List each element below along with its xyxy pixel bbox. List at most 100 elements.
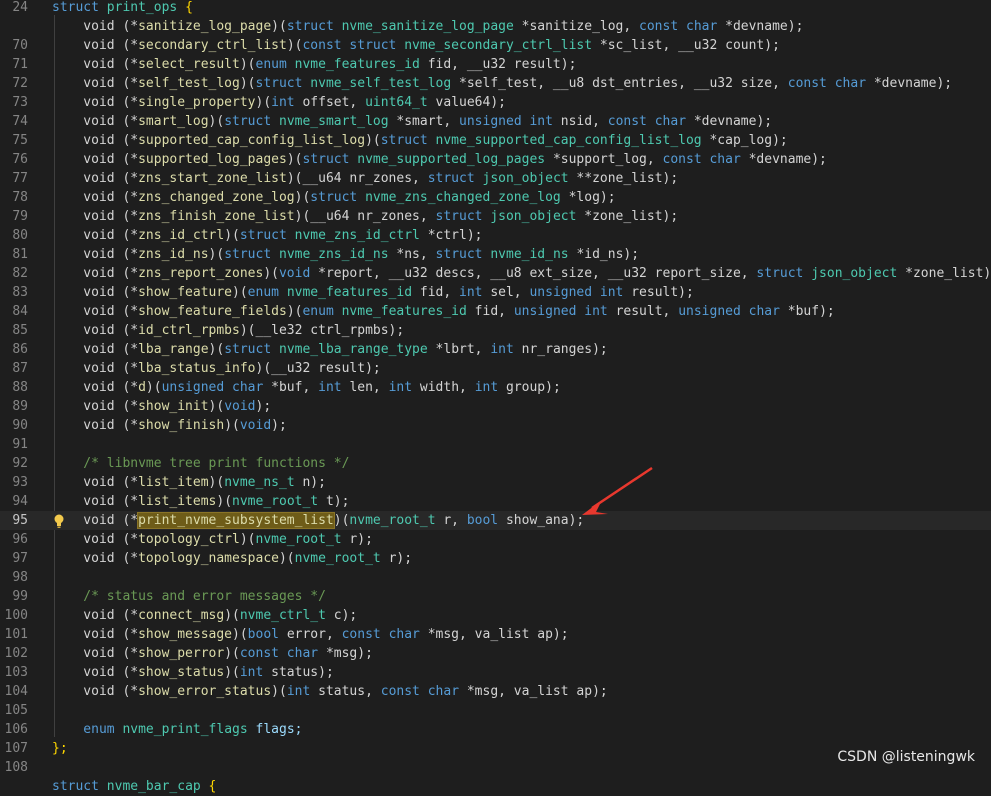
code-token: )(	[224, 228, 240, 243]
code-line[interactable]: 91	[0, 435, 991, 454]
code-text[interactable]: void (*print_nvme_subsystem_list)(nvme_r…	[52, 511, 584, 530]
code-text[interactable]: void (*single_property)(int offset, uint…	[52, 93, 506, 112]
code-text[interactable]: void (*lba_status_info)(__u32 result);	[52, 359, 380, 378]
code-line[interactable]: 103 void (*show_status)(int status);	[0, 663, 991, 682]
code-text[interactable]: void (*supported_cap_config_list_log)(st…	[52, 131, 787, 150]
code-line[interactable]: 98	[0, 568, 991, 587]
code-line[interactable]: 77 void (*zns_start_zone_list)(__u64 nr_…	[0, 169, 991, 188]
code-line[interactable]: 92 /* libnvme tree print functions */	[0, 454, 991, 473]
code-text[interactable]: };	[52, 739, 68, 758]
code-text[interactable]: void (*self_test_log)(struct nvme_self_t…	[52, 74, 952, 93]
code-line[interactable]: 84 void (*show_feature_fields)(enum nvme…	[0, 302, 991, 321]
code-text[interactable]: struct print_ops {	[52, 0, 193, 17]
code-line[interactable]: 83 void (*show_feature)(enum nvme_featur…	[0, 283, 991, 302]
code-line[interactable]: 104 void (*show_error_status)(int status…	[0, 682, 991, 701]
code-line[interactable]: 86 void (*lba_range)(struct nvme_lba_ran…	[0, 340, 991, 359]
code-token: struct	[224, 342, 279, 357]
code-line[interactable]: 89 void (*show_init)(void);	[0, 397, 991, 416]
code-line[interactable]: 75 void (*supported_cap_config_list_log)…	[0, 131, 991, 150]
code-text[interactable]: void (*zns_changed_zone_log)(struct nvme…	[52, 188, 615, 207]
code-text[interactable]: void (*list_item)(nvme_ns_t n);	[52, 473, 326, 492]
code-text[interactable]: struct nvme_bar_cap {	[52, 777, 216, 796]
code-line[interactable]: 99 /* status and error messages */	[0, 587, 991, 606]
code-text[interactable]: void (*show_message)(bool error, const c…	[52, 625, 568, 644]
code-token: offset,	[302, 95, 366, 110]
code-line[interactable]: 78 void (*zns_changed_zone_log)(struct n…	[0, 188, 991, 207]
code-line[interactable]: 73 void (*single_property)(int offset, u…	[0, 93, 991, 112]
code-text[interactable]: void (*id_ctrl_rpmbs)(__le32 ctrl_rpmbs)…	[52, 321, 404, 340]
code-token: sanitize_log_page	[138, 19, 272, 34]
code-text[interactable]: void (*show_status)(int status);	[52, 663, 333, 682]
code-token: )(	[239, 532, 256, 547]
code-text[interactable]: void (*show_finish)(void);	[52, 416, 287, 435]
code-line[interactable]: struct nvme_bar_cap {	[0, 777, 991, 796]
code-text[interactable]: void (*zns_finish_zone_list)(__u64 nr_zo…	[52, 207, 678, 226]
code-token: struct	[756, 266, 812, 281]
code-token: single_property	[138, 95, 256, 110]
code-token: void (*	[52, 323, 139, 338]
code-token: )(	[224, 646, 240, 661]
code-text[interactable]: void (*zns_report_zones)(void *report, _…	[52, 264, 991, 283]
code-line[interactable]: 80 void (*zns_id_ctrl)(struct nvme_zns_i…	[0, 226, 991, 245]
code-token: /* libnvme tree print functions */	[52, 456, 350, 471]
line-number: 104	[4, 684, 28, 699]
code-text[interactable]: void (*show_feature)(enum nvme_features_…	[52, 283, 694, 302]
code-line[interactable]: 24 struct print_ops {	[0, 0, 991, 17]
code-text[interactable]: void (*topology_namespace)(nvme_root_t r…	[52, 549, 412, 568]
code-line[interactable]: 88 void (*d)(unsigned char *buf, int len…	[0, 378, 991, 397]
code-line[interactable]: 93 void (*list_item)(nvme_ns_t n);	[0, 473, 991, 492]
code-text[interactable]: void (*topology_ctrl)(nvme_root_t r);	[52, 530, 373, 549]
code-token: json_object	[490, 209, 585, 224]
code-text[interactable]: void (*sanitize_log_page)(struct nvme_sa…	[52, 17, 803, 36]
code-line[interactable]: 85 void (*id_ctrl_rpmbs)(__le32 ctrl_rpm…	[0, 321, 991, 340]
code-text[interactable]: void (*list_items)(nvme_root_t t);	[52, 492, 349, 511]
code-text[interactable]: enum nvme_print_flags flags;	[52, 720, 302, 739]
code-text[interactable]: void (*supported_log_pages)(struct nvme_…	[52, 150, 827, 169]
code-line[interactable]: 71 void (*select_result)(enum nvme_featu…	[0, 55, 991, 74]
code-text[interactable]: /* status and error messages */	[52, 587, 326, 606]
code-line[interactable]: 90 void (*show_finish)(void);	[0, 416, 991, 435]
code-text[interactable]: void (*show_error_status)(int status, co…	[52, 682, 607, 701]
code-line[interactable]: 94 void (*list_items)(nvme_root_t t);	[0, 492, 991, 511]
code-text[interactable]: void (*zns_id_ns)(struct nvme_zns_id_ns …	[52, 245, 639, 264]
code-line[interactable]: 105	[0, 701, 991, 720]
code-line[interactable]: 102 void (*show_perror)(const char *msg)…	[0, 644, 991, 663]
code-text[interactable]: void (*lba_range)(struct nvme_lba_range_…	[52, 340, 607, 359]
code-token: enum	[302, 304, 342, 319]
code-token: void (*	[52, 228, 139, 243]
code-line[interactable]: 81 void (*zns_id_ns)(struct nvme_zns_id_…	[0, 245, 991, 264]
code-token: void (*	[52, 494, 139, 509]
line-number: 93	[12, 475, 28, 490]
line-number: 84	[12, 304, 28, 319]
code-text[interactable]: void (*zns_id_ctrl)(struct nvme_zns_id_c…	[52, 226, 482, 245]
code-line[interactable]: 79 void (*zns_finish_zone_list)(__u64 nr…	[0, 207, 991, 226]
code-line[interactable]: 87 void (*lba_status_info)(__u32 result)…	[0, 359, 991, 378]
code-token: )(	[208, 399, 225, 414]
code-text[interactable]: void (*smart_log)(struct nvme_smart_log …	[52, 112, 772, 131]
code-line[interactable]: 96 void (*topology_ctrl)(nvme_root_t r);	[0, 530, 991, 549]
code-line[interactable]: void (*sanitize_log_page)(struct nvme_sa…	[0, 17, 991, 36]
code-line[interactable]: 76 void (*supported_log_pages)(struct nv…	[0, 150, 991, 169]
code-line-current[interactable]: 95 void (*print_nvme_subsystem_list)(nvm…	[0, 511, 991, 530]
code-line[interactable]: 97 void (*topology_namespace)(nvme_root_…	[0, 549, 991, 568]
lightbulb-icon[interactable]	[53, 513, 65, 529]
code-editor[interactable]: 24 struct print_ops { void (*sanitize_log…	[0, 0, 991, 796]
code-line[interactable]: 82 void (*zns_report_zones)(void *report…	[0, 264, 991, 283]
code-line[interactable]: 101 void (*show_message)(bool error, con…	[0, 625, 991, 644]
code-text[interactable]: void (*secondary_ctrl_list)(const struct…	[52, 36, 780, 55]
code-line[interactable]: 72 void (*self_test_log)(struct nvme_sel…	[0, 74, 991, 93]
code-text[interactable]: void (*zns_start_zone_list)(__u64 nr_zon…	[52, 169, 678, 188]
code-text[interactable]: void (*d)(unsigned char *buf, int len, i…	[52, 378, 561, 397]
code-text[interactable]: void (*connect_msg)(nvme_ctrl_t c);	[52, 606, 357, 625]
code-text[interactable]: void (*show_perror)(const char *msg);	[52, 644, 373, 663]
code-token: int	[459, 285, 491, 300]
code-text[interactable]: void (*show_feature_fields)(enum nvme_fe…	[52, 302, 834, 321]
code-text[interactable]: void (*select_result)(enum nvme_features…	[52, 55, 576, 74]
code-line[interactable]: 106 enum nvme_print_flags flags;	[0, 720, 991, 739]
code-text[interactable]: /* libnvme tree print functions */	[52, 454, 349, 473]
line-number: 85	[12, 323, 28, 338]
code-line[interactable]: 74 void (*smart_log)(struct nvme_smart_l…	[0, 112, 991, 131]
code-text[interactable]: void (*show_init)(void);	[52, 397, 271, 416]
code-line[interactable]: 100 void (*connect_msg)(nvme_ctrl_t c);	[0, 606, 991, 625]
code-line[interactable]: 70 void (*secondary_ctrl_list)(const str…	[0, 36, 991, 55]
